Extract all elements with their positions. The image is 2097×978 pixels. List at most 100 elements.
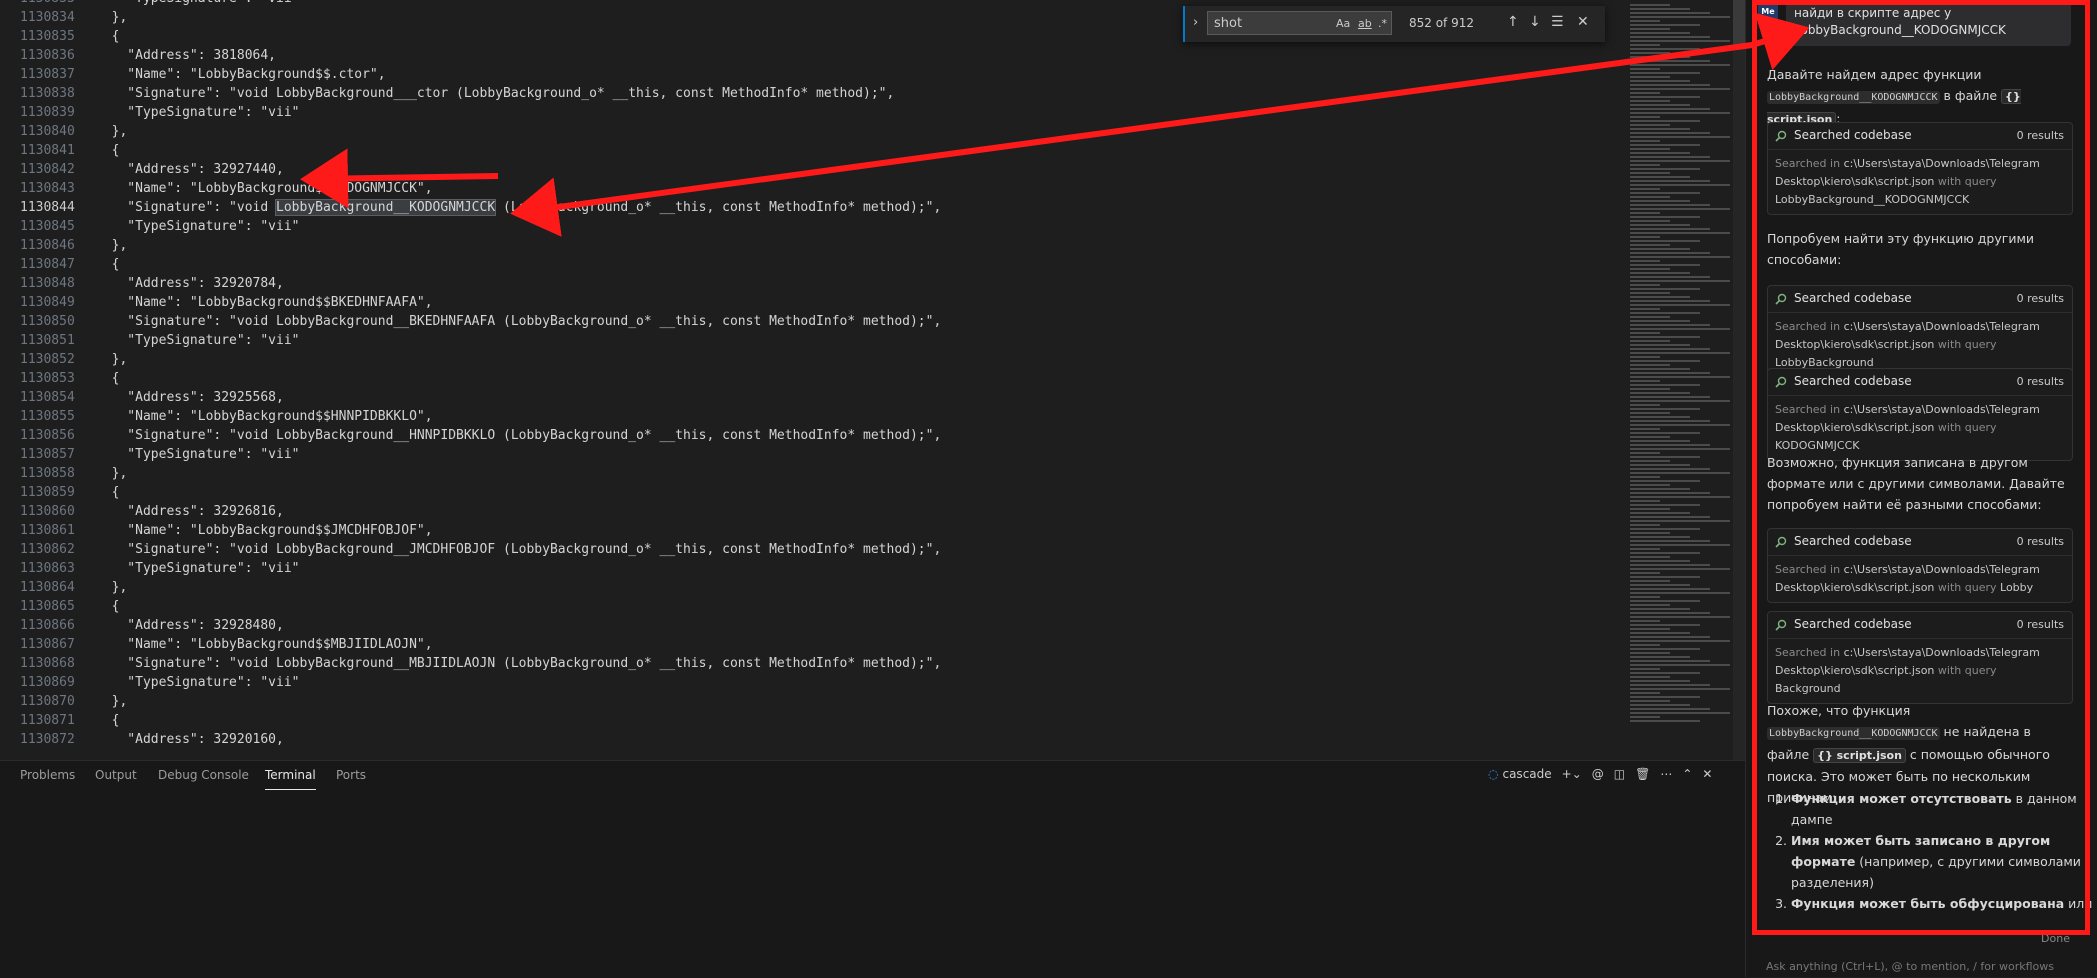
search-result-card[interactable]: Searched codebase 0 results Searched in c:…	[1767, 122, 2073, 215]
search-card-header[interactable]: Searched codebase 0 results	[1768, 612, 2072, 639]
close-find-icon[interactable]: ✕	[1577, 14, 1589, 30]
line-text[interactable]: "Name": "LobbyBackground$$KODOGNMJCCK",	[96, 181, 432, 196]
code-line[interactable]: 1130849 "Name": "LobbyBackground$$BKEDHN…	[0, 293, 1625, 312]
code-line[interactable]: 1130845 "TypeSignature": "vii"	[0, 217, 1625, 236]
chat-input-placeholder[interactable]: Ask anything (Ctrl+L), @ to mention, / f…	[1766, 960, 2054, 973]
code-line[interactable]: 1130856 "Signature": "void LobbyBackgrou…	[0, 426, 1625, 445]
code-line[interactable]: 1130855 "Name": "LobbyBackground$$HNNPID…	[0, 407, 1625, 426]
line-text[interactable]: {	[96, 713, 120, 728]
code-lines[interactable]: 1130833 "TypeSignature": "vii" 1130834 },…	[0, 0, 1625, 749]
toggle-replace-icon[interactable]: ›	[1193, 15, 1198, 30]
whole-word-icon[interactable]: ab	[1358, 17, 1372, 30]
line-text[interactable]: "TypeSignature": "vii"	[96, 447, 299, 462]
tab-terminal[interactable]: Terminal	[265, 768, 316, 790]
code-line[interactable]: 1130850 "Signature": "void LobbyBackgrou…	[0, 312, 1625, 331]
close-panel-icon[interactable]: ✕	[1702, 767, 1712, 781]
line-text[interactable]: "Signature": "void LobbyBackground__JMCD…	[96, 542, 941, 557]
code-line[interactable]: 1130839 "TypeSignature": "vii"	[0, 103, 1625, 122]
line-text[interactable]: {	[96, 485, 120, 500]
line-text[interactable]: {	[96, 143, 120, 158]
new-terminal-icon[interactable]: +⌄	[1562, 767, 1582, 781]
line-text[interactable]: "Address": 32927440,	[96, 162, 284, 177]
line-text[interactable]: },	[96, 124, 128, 139]
minimap[interactable]	[1626, 0, 1741, 760]
line-text[interactable]: "Address": 32925568,	[96, 390, 284, 405]
tab-ports[interactable]: Ports	[336, 768, 366, 782]
code-line[interactable]: 1130848 "Address": 32920784,	[0, 274, 1625, 293]
search-card-header[interactable]: Searched codebase 0 results	[1768, 369, 2072, 396]
line-text[interactable]: "Address": 3818064,	[96, 48, 276, 63]
code-line[interactable]: 1130872 "Address": 32920160,	[0, 730, 1625, 749]
search-card-header[interactable]: Searched codebase 0 results	[1768, 286, 2072, 313]
file-link-2[interactable]: {} script.json	[1813, 748, 1906, 763]
line-text[interactable]: {	[96, 371, 120, 386]
code-line[interactable]: 1130866 "Address": 32928480,	[0, 616, 1625, 635]
code-line[interactable]: 1130870 },	[0, 692, 1625, 711]
search-result-card[interactable]: Searched codebase 0 results Searched in c:…	[1767, 611, 2073, 704]
line-text[interactable]: "TypeSignature": "vii"	[96, 0, 299, 6]
maximize-panel-icon[interactable]: ⌃	[1682, 767, 1692, 781]
search-card-header[interactable]: Searched codebase 0 results	[1768, 529, 2072, 556]
line-text[interactable]: "TypeSignature": "vii"	[96, 333, 299, 348]
terminal-name[interactable]: cascade	[1502, 767, 1551, 781]
mention-icon[interactable]: @	[1592, 767, 1604, 781]
line-text[interactable]: },	[96, 466, 128, 481]
line-text[interactable]: "Name": "LobbyBackground$$JMCDHFOBJOF",	[96, 523, 432, 538]
line-text[interactable]: },	[96, 580, 128, 595]
line-text[interactable]: "Name": "LobbyBackground$$.ctor",	[96, 67, 385, 82]
find-input[interactable]: shot Aa ab .*	[1207, 11, 1392, 35]
line-text[interactable]: "Name": "LobbyBackground$$MBJIIDLAOJN",	[96, 637, 432, 652]
code-line[interactable]: 1130842 "Address": 32927440,	[0, 160, 1625, 179]
code-line[interactable]: 1130861 "Name": "LobbyBackground$$JMCDHF…	[0, 521, 1625, 540]
line-text[interactable]: {	[96, 257, 120, 272]
code-line[interactable]: 1130857 "TypeSignature": "vii"	[0, 445, 1625, 464]
line-text[interactable]: "TypeSignature": "vii"	[96, 675, 299, 690]
code-line[interactable]: 1130841 {	[0, 141, 1625, 160]
code-line[interactable]: 1130840 },	[0, 122, 1625, 141]
line-text[interactable]: "TypeSignature": "vii"	[96, 105, 299, 120]
find-in-selection-icon[interactable]: ☰	[1551, 14, 1564, 30]
search-card-header[interactable]: Searched codebase 0 results	[1768, 123, 2072, 150]
line-text[interactable]: "Signature": "void LobbyBackground__MBJI…	[96, 656, 941, 671]
code-line[interactable]: 1130869 "TypeSignature": "vii"	[0, 673, 1625, 692]
line-text[interactable]: "Address": 32928480,	[96, 618, 284, 633]
done-label[interactable]: Done	[2041, 932, 2070, 945]
line-text[interactable]: "TypeSignature": "vii"	[96, 561, 299, 576]
search-result-card[interactable]: Searched codebase 0 results Searched in c:…	[1767, 528, 2073, 603]
line-text[interactable]: "TypeSignature": "vii"	[96, 219, 299, 234]
line-text[interactable]: },	[96, 10, 128, 25]
code-line[interactable]: 1130868 "Signature": "void LobbyBackgrou…	[0, 654, 1625, 673]
line-text[interactable]: },	[96, 352, 128, 367]
line-text[interactable]: },	[96, 694, 128, 709]
code-editor[interactable]: 1130833 "TypeSignature": "vii" 1130834 },…	[0, 0, 1625, 760]
code-line[interactable]: 1130854 "Address": 32925568,	[0, 388, 1625, 407]
code-line[interactable]: 1130864 },	[0, 578, 1625, 597]
find-input-value[interactable]: shot	[1214, 16, 1242, 31]
code-line[interactable]: 1130859 {	[0, 483, 1625, 502]
code-line[interactable]: 1130852 },	[0, 350, 1625, 369]
line-text[interactable]: "Address": 32920160,	[96, 732, 284, 747]
trash-icon[interactable]: 🗑	[1635, 767, 1650, 781]
chat-input[interactable]: Ask anything (Ctrl+L), @ to mention, / f…	[1758, 955, 2088, 977]
code-line[interactable]: 1130853 {	[0, 369, 1625, 388]
line-text[interactable]: "Name": "LobbyBackground$$BKEDHNFAAFA",	[96, 295, 432, 310]
tab-debug-console[interactable]: Debug Console	[158, 768, 249, 782]
code-line[interactable]: 1130851 "TypeSignature": "vii"	[0, 331, 1625, 350]
search-result-card[interactable]: Searched codebase 0 results Searched in c:…	[1767, 368, 2073, 461]
code-line[interactable]: 1130837 "Name": "LobbyBackground$$.ctor"…	[0, 65, 1625, 84]
code-line[interactable]: 1130858 },	[0, 464, 1625, 483]
line-text[interactable]: "Signature": "void LobbyBackground___cto…	[96, 86, 894, 101]
code-line[interactable]: 1130838 "Signature": "void LobbyBackgrou…	[0, 84, 1625, 103]
code-line[interactable]: 1130847 {	[0, 255, 1625, 274]
regex-icon[interactable]: .*	[1378, 17, 1387, 30]
code-line[interactable]: 1130860 "Address": 32926816,	[0, 502, 1625, 521]
code-line[interactable]: 1130836 "Address": 3818064,	[0, 46, 1625, 65]
code-line[interactable]: 1130862 "Signature": "void LobbyBackgrou…	[0, 540, 1625, 559]
code-line[interactable]: 1130844 "Signature": "void LobbyBackgrou…	[0, 198, 1625, 217]
tab-output[interactable]: Output	[95, 768, 137, 782]
tab-problems[interactable]: Problems	[20, 768, 75, 782]
previous-match-icon[interactable]: ↑	[1507, 14, 1519, 30]
search-result-card[interactable]: Searched codebase 0 results Searched in c:…	[1767, 285, 2073, 378]
line-text[interactable]: "Name": "LobbyBackground$$HNNPIDBKKLO",	[96, 409, 432, 424]
line-text[interactable]: "Address": 32926816,	[96, 504, 284, 519]
